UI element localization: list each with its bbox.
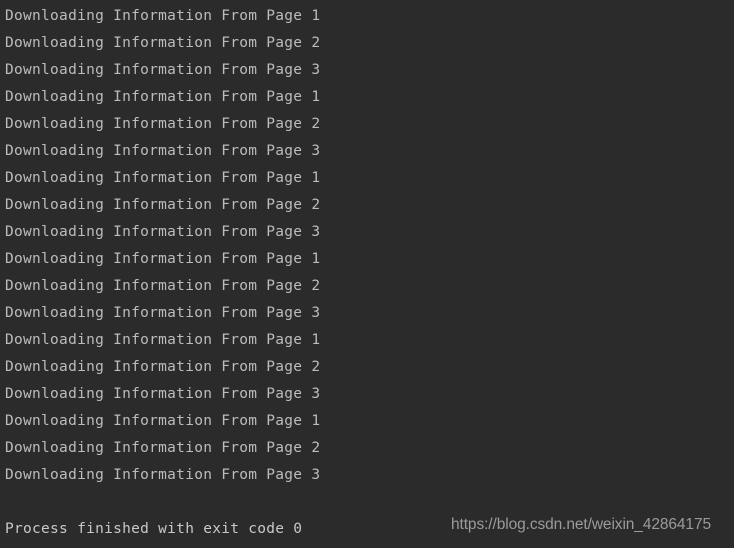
console-line: Downloading Information From Page 3	[5, 386, 321, 402]
console-line: Downloading Information From Page 1	[5, 413, 321, 429]
console-line: Downloading Information From Page 3	[5, 467, 321, 483]
console-line: Downloading Information From Page 1	[5, 8, 321, 24]
console-line: Downloading Information From Page 1	[5, 89, 321, 105]
console-line: Downloading Information From Page 3	[5, 224, 321, 240]
console-line: Downloading Information From Page 1	[5, 170, 321, 186]
console-line: Downloading Information From Page 2	[5, 440, 321, 456]
console-line: Downloading Information From Page 3	[5, 143, 321, 159]
console-line: Downloading Information From Page 2	[5, 278, 321, 294]
console-line: Downloading Information From Page 2	[5, 35, 321, 51]
console-window: Downloading Information From Page 1 Down…	[0, 0, 734, 548]
console-line: Downloading Information From Page 1	[5, 251, 321, 267]
console-line: Downloading Information From Page 3	[5, 62, 321, 78]
console-line: Downloading Information From Page 2	[5, 359, 321, 375]
console-output-area[interactable]: Downloading Information From Page 1 Down…	[0, 0, 734, 543]
blog-watermark: https://blog.csdn.net/weixin_42864175	[451, 516, 711, 533]
console-line: Downloading Information From Page 2	[5, 197, 321, 213]
console-line: Downloading Information From Page 3	[5, 305, 321, 321]
console-line: Downloading Information From Page 2	[5, 116, 321, 132]
console-line: Downloading Information From Page 1	[5, 332, 321, 348]
